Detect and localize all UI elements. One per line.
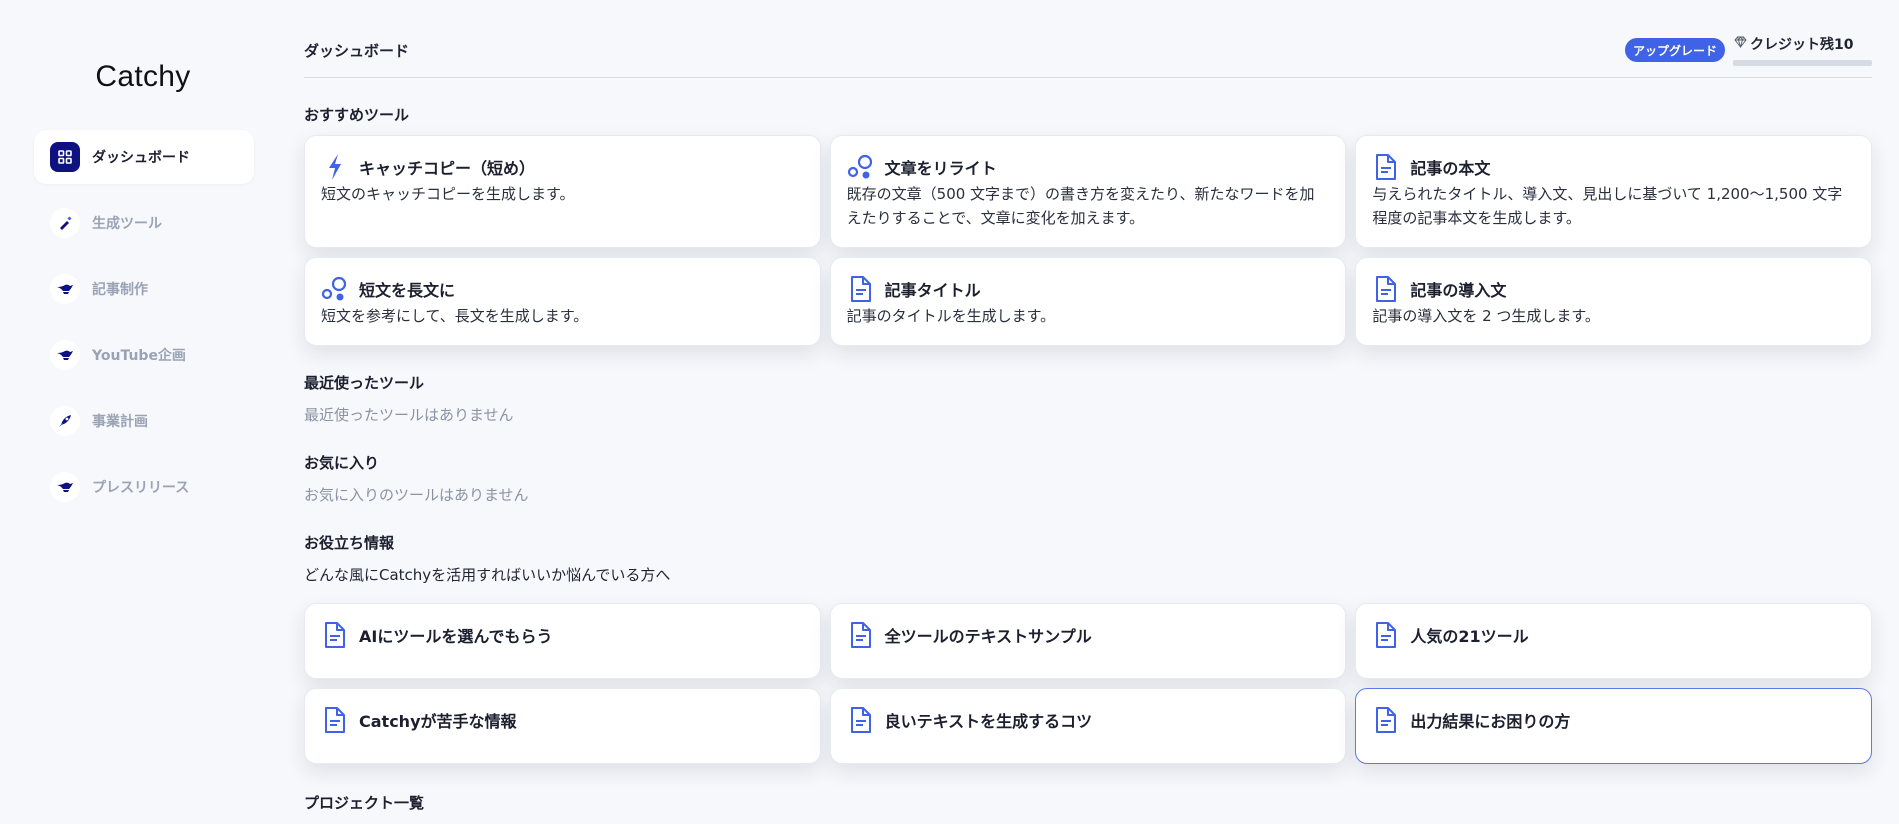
document-icon xyxy=(1372,621,1400,649)
sidebar-item-label: ダッシュボード xyxy=(92,150,190,166)
sidebar-item-generation-tools[interactable]: 生成ツール xyxy=(34,196,254,250)
tool-card-catchcopy-short[interactable]: キャッチコピー（短め） 短文のキャッチコピーを生成します。 xyxy=(304,135,821,248)
info-card-popular-tools[interactable]: 人気の21ツール xyxy=(1355,603,1872,679)
tool-title: 記事の導入文 xyxy=(1410,281,1507,300)
useful-info-subtitle: どんな風にCatchyを活用すればいいか悩んでいる方へ xyxy=(304,566,671,584)
info-card-text-samples[interactable]: 全ツールのテキストサンプル xyxy=(829,603,1347,679)
rocket-icon xyxy=(50,406,80,436)
sidebar-item-press-release[interactable]: プレスリリース xyxy=(34,460,254,514)
tool-description: 既存の文章（500 文字まで）の書き方を変えたり、新たなワードを加えたりすること… xyxy=(846,185,1315,227)
genie-lamp-icon xyxy=(50,472,80,502)
useful-info-grid: AIにツールを選んでもらう 全ツールのテキストサンプル 人気の21ツール Cat… xyxy=(304,603,1872,764)
page-title: ダッシュボード xyxy=(304,42,410,60)
document-icon xyxy=(321,706,349,734)
sidebar-item-label: 記事制作 xyxy=(92,282,148,298)
sidebar-item-dashboard[interactable]: ダッシュボード xyxy=(34,130,254,184)
info-card-tips[interactable]: 良いテキストを生成するコツ xyxy=(829,688,1347,764)
credit-label: クレジット残10 xyxy=(1750,37,1854,53)
sidebar-item-business-plan[interactable]: 事業計画 xyxy=(34,394,254,448)
info-card-output-trouble[interactable]: 出力結果にお困りの方 xyxy=(1355,688,1872,764)
tool-card-article-intro[interactable]: 記事の導入文 記事の導入文を 2 つ生成します。 xyxy=(1355,257,1872,346)
info-title: 出力結果にお困りの方 xyxy=(1410,712,1571,731)
upgrade-button[interactable]: アップグレード xyxy=(1625,38,1726,62)
recent-tools-heading: 最近使ったツール xyxy=(304,374,425,392)
sidebar: Catchy ダッシュボード 生成ツール 記事制作 YouTube企画 事業計画… xyxy=(0,0,272,824)
credit-progress-bar xyxy=(1733,60,1872,66)
favorites-heading: お気に入り xyxy=(304,454,380,472)
info-title: 良いテキストを生成するコツ xyxy=(884,712,1093,731)
tool-title: 記事の本文 xyxy=(1410,159,1491,178)
genie-lamp-icon xyxy=(50,340,80,370)
recommended-tools-heading: おすすめツール xyxy=(304,106,410,124)
diamond-icon xyxy=(1734,36,1750,52)
info-title: 人気の21ツール xyxy=(1410,627,1529,646)
projects-heading: プロジェクト一覧 xyxy=(304,794,425,812)
tool-description: 記事の導入文を 2 つ生成します。 xyxy=(1372,307,1600,325)
document-icon xyxy=(321,621,349,649)
sidebar-nav: ダッシュボード 生成ツール 記事制作 YouTube企画 事業計画 プレスリリー… xyxy=(34,130,254,526)
sidebar-item-label: YouTube企画 xyxy=(92,348,186,364)
tool-title: 短文を長文に xyxy=(359,281,456,300)
tool-description: 短文を参考にして、長文を生成します。 xyxy=(321,307,589,325)
tool-description: 短文のキャッチコピーを生成します。 xyxy=(321,185,575,203)
sidebar-item-article-production[interactable]: 記事制作 xyxy=(34,262,254,316)
info-title: Catchyが苦手な情報 xyxy=(359,712,517,731)
tool-description: 記事のタイトルを生成します。 xyxy=(846,307,1056,325)
tool-title: 文章をリライト xyxy=(884,159,997,178)
tool-description: 与えられたタイトル、導入文、見出しに基づいて 1,200〜1,500 文字程度の… xyxy=(1372,185,1843,227)
header: ダッシュボード アップグレード クレジット残10 xyxy=(304,36,1872,78)
tool-title: キャッチコピー（短め） xyxy=(359,159,536,178)
header-divider xyxy=(304,77,1872,78)
lightning-icon xyxy=(321,153,349,181)
document-icon xyxy=(1372,153,1400,181)
pen-icon xyxy=(50,208,80,238)
recommended-tools-grid: キャッチコピー（短め） 短文のキャッチコピーを生成します。 文章をリライト 既存… xyxy=(304,135,1872,346)
tool-title: 記事タイトル xyxy=(884,281,981,300)
sidebar-item-label: 事業計画 xyxy=(92,414,148,430)
sidebar-item-label: プレスリリース xyxy=(92,480,190,496)
document-icon xyxy=(847,275,875,303)
circles-icon xyxy=(321,275,349,303)
tool-card-rewrite[interactable]: 文章をリライト 既存の文章（500 文字まで）の書き方を変えたり、新たなワードを… xyxy=(829,135,1347,248)
document-icon xyxy=(1372,275,1400,303)
tool-card-article-title[interactable]: 記事タイトル 記事のタイトルを生成します。 xyxy=(829,257,1347,346)
app-logo[interactable]: Catchy xyxy=(0,60,286,94)
tool-card-article-body[interactable]: 記事の本文 与えられたタイトル、導入文、見出しに基づいて 1,200〜1,500… xyxy=(1355,135,1872,248)
sidebar-item-youtube-planning[interactable]: YouTube企画 xyxy=(34,328,254,382)
info-title: AIにツールを選んでもらう xyxy=(359,627,553,646)
genie-lamp-icon xyxy=(50,274,80,304)
grid-icon xyxy=(50,142,80,172)
useful-info-heading: お役立ち情報 xyxy=(304,534,395,552)
document-icon xyxy=(847,706,875,734)
info-card-weak-info[interactable]: Catchyが苦手な情報 xyxy=(304,688,821,764)
circles-icon xyxy=(847,153,875,181)
recent-tools-empty: 最近使ったツールはありません xyxy=(304,406,514,424)
favorites-empty: お気に入りのツールはありません xyxy=(304,486,529,504)
info-title: 全ツールのテキストサンプル xyxy=(884,627,1092,646)
document-icon xyxy=(847,621,875,649)
tool-card-short-to-long[interactable]: 短文を長文に 短文を参考にして、長文を生成します。 xyxy=(304,257,821,346)
document-icon xyxy=(1372,706,1400,734)
info-card-ai-select[interactable]: AIにツールを選んでもらう xyxy=(304,603,821,679)
sidebar-item-label: 生成ツール xyxy=(92,216,162,232)
credit-display: クレジット残10 xyxy=(1734,34,1853,54)
